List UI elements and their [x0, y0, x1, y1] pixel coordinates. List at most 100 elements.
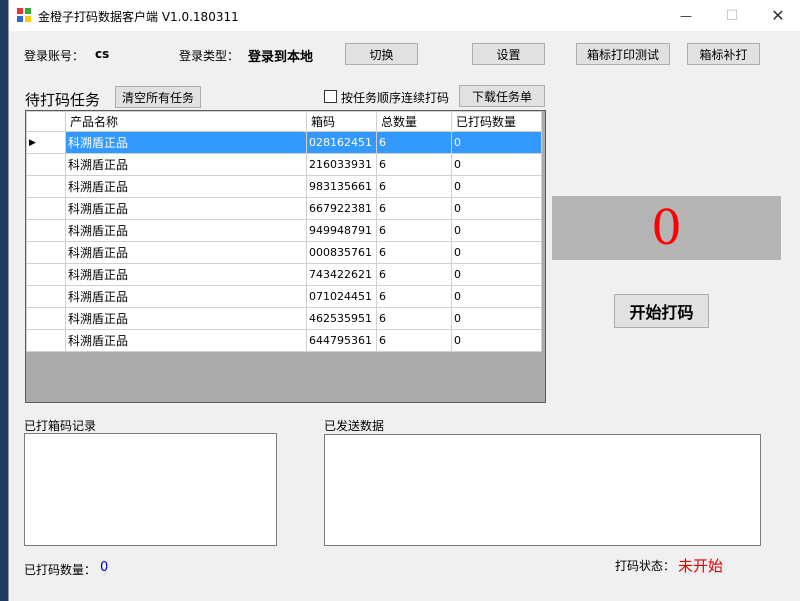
cell-printed-quantity[interactable]: 0 — [451, 219, 542, 242]
cell-printed-quantity[interactable]: 0 — [451, 131, 542, 154]
switch-button[interactable]: 切换 — [345, 43, 418, 65]
row-header[interactable] — [26, 219, 66, 242]
row-header[interactable] — [26, 329, 66, 352]
cell-printed-quantity[interactable]: 0 — [451, 241, 542, 264]
sequential-checkbox-label[interactable]: 按任务顺序连续打码 — [341, 89, 449, 106]
cell-total-quantity[interactable]: 6 — [376, 219, 452, 242]
app-icon — [17, 8, 31, 22]
cell-box-code[interactable]: 644795361 — [306, 329, 377, 352]
login-type-value: 登录到本地 — [248, 50, 314, 65]
cell-total-quantity[interactable]: 6 — [376, 131, 452, 154]
table-row[interactable]: 科溯盾正品 644795361 6 0 — [26, 329, 542, 352]
minimize-icon: — — [680, 8, 692, 23]
cell-total-quantity[interactable]: 6 — [376, 329, 452, 352]
cell-box-code[interactable]: 667922381 — [306, 197, 377, 220]
cell-total-quantity[interactable]: 6 — [376, 307, 452, 330]
column-header-product[interactable]: 产品名称 — [65, 111, 307, 132]
cell-printed-quantity[interactable]: 0 — [451, 153, 542, 176]
table-header: 产品名称 箱码 总数量 已打码数量 — [26, 111, 542, 132]
app-window: 金橙子打码数据客户端 V1.0.180311 — ☐ ✕ 登录账号： cs 登录… — [8, 0, 800, 601]
title-bar: 金橙子打码数据客户端 V1.0.180311 — ☐ ✕ — [9, 0, 800, 31]
row-header[interactable] — [26, 263, 66, 286]
cell-product-name[interactable]: 科溯盾正品 — [65, 197, 307, 220]
sent-data-label: 已发送数据 — [324, 419, 385, 433]
cell-product-name[interactable]: 科溯盾正品 — [65, 219, 307, 242]
cell-product-name[interactable]: 科溯盾正品 — [65, 329, 307, 352]
download-tasks-button[interactable]: 下载任务单 — [459, 85, 545, 107]
cell-box-code[interactable]: 000835761 — [306, 241, 377, 264]
minimize-button[interactable]: — — [663, 0, 709, 31]
cell-printed-quantity[interactable]: 0 — [451, 197, 542, 220]
cell-product-name[interactable]: 科溯盾正品 — [65, 285, 307, 308]
table-row[interactable]: 科溯盾正品 071024451 6 0 — [26, 285, 542, 308]
cell-product-name[interactable]: 科溯盾正品 — [65, 153, 307, 176]
cell-product-name[interactable]: 科溯盾正品 — [65, 131, 307, 154]
cell-box-code[interactable]: 216033931 — [306, 153, 377, 176]
cell-total-quantity[interactable]: 6 — [376, 285, 452, 308]
cell-box-code[interactable]: 028162451 — [306, 131, 377, 154]
maximize-button[interactable]: ☐ — [709, 0, 755, 31]
account-value: cs — [95, 47, 110, 61]
close-button[interactable]: ✕ — [755, 0, 800, 31]
row-header[interactable] — [26, 241, 66, 264]
printed-box-records-label: 已打箱码记录 — [24, 419, 97, 433]
row-header[interactable] — [26, 285, 66, 308]
clear-tasks-button[interactable]: 清空所有任务 — [115, 86, 201, 108]
table-row[interactable]: 科溯盾正品 000835761 6 0 — [26, 241, 542, 264]
close-icon: ✕ — [771, 6, 785, 25]
settings-button[interactable]: 设置 — [472, 43, 545, 65]
table-row[interactable]: 科溯盾正品 462535951 6 0 — [26, 307, 542, 330]
row-header-corner — [26, 111, 66, 132]
table-row[interactable]: 科溯盾正品 216033931 6 0 — [26, 153, 542, 176]
cell-printed-quantity[interactable]: 0 — [451, 307, 542, 330]
cell-printed-quantity[interactable]: 0 — [451, 263, 542, 286]
cell-total-quantity[interactable]: 6 — [376, 263, 452, 286]
printed-box-records-box[interactable] — [24, 433, 277, 546]
cell-printed-quantity[interactable]: 0 — [451, 175, 542, 198]
desktop-background — [0, 0, 8, 601]
table-row[interactable]: 科溯盾正品 983135661 6 0 — [26, 175, 542, 198]
row-header[interactable] — [26, 197, 66, 220]
cell-total-quantity[interactable]: 6 — [376, 175, 452, 198]
cell-box-code[interactable]: 949948791 — [306, 219, 377, 242]
print-status-label: 打码状态： — [615, 559, 676, 573]
cell-total-quantity[interactable]: 6 — [376, 241, 452, 264]
cell-printed-quantity[interactable]: 0 — [451, 329, 542, 352]
maximize-icon: ☐ — [725, 7, 739, 24]
reprint-button[interactable]: 箱标补打 — [687, 43, 760, 65]
window-title: 金橙子打码数据客户端 V1.0.180311 — [38, 10, 239, 24]
cell-total-quantity[interactable]: 6 — [376, 153, 452, 176]
cell-product-name[interactable]: 科溯盾正品 — [65, 175, 307, 198]
table-row[interactable]: 科溯盾正品 667922381 6 0 — [26, 197, 542, 220]
column-header-printed[interactable]: 已打码数量 — [451, 111, 542, 132]
cell-box-code[interactable]: 743422621 — [306, 263, 377, 286]
printed-count-label: 已打码数量： — [24, 563, 97, 577]
test-print-button[interactable]: 箱标打印测试 — [576, 43, 670, 65]
row-header[interactable] — [26, 175, 66, 198]
sequential-checkbox[interactable] — [324, 90, 337, 103]
cell-total-quantity[interactable]: 6 — [376, 197, 452, 220]
cell-product-name[interactable]: 科溯盾正品 — [65, 241, 307, 264]
cell-box-code[interactable]: 462535951 — [306, 307, 377, 330]
column-header-total[interactable]: 总数量 — [376, 111, 452, 132]
row-header[interactable] — [26, 307, 66, 330]
sent-data-box[interactable] — [324, 434, 761, 546]
column-header-code[interactable]: 箱码 — [306, 111, 377, 132]
row-header[interactable]: ▶ — [26, 131, 66, 154]
cell-product-name[interactable]: 科溯盾正品 — [65, 307, 307, 330]
cell-box-code[interactable]: 983135661 — [306, 175, 377, 198]
row-header[interactable] — [26, 153, 66, 176]
cell-printed-quantity[interactable]: 0 — [451, 285, 542, 308]
start-print-button[interactable]: 开始打码 — [614, 294, 709, 328]
cell-box-code[interactable]: 071024451 — [306, 285, 377, 308]
table-row[interactable]: 科溯盾正品 949948791 6 0 — [26, 219, 542, 242]
table-row[interactable]: 科溯盾正品 743422621 6 0 — [26, 263, 542, 286]
print-counter-display: 0 — [552, 196, 781, 260]
table-row[interactable]: ▶ 科溯盾正品 028162451 6 0 — [26, 131, 542, 154]
print-status-value: 未开始 — [678, 557, 724, 575]
pending-tasks-title: 待打码任务 — [25, 91, 101, 109]
printed-count-value: 0 — [100, 560, 109, 575]
cell-product-name[interactable]: 科溯盾正品 — [65, 263, 307, 286]
task-grid[interactable]: 产品名称 箱码 总数量 已打码数量 ▶ 科溯盾正品 028162451 6 0 科溯盾正品… — [25, 110, 546, 403]
login-type-label: 登录类型： — [179, 49, 240, 63]
